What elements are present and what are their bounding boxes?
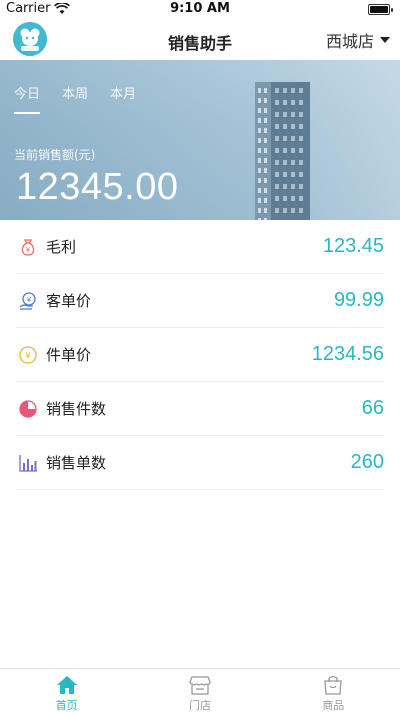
status-time: 9:10 AM: [170, 1, 230, 16]
bar-chart-icon: [18, 453, 38, 473]
metric-value: 66: [361, 397, 384, 419]
battery-fill: [370, 6, 388, 13]
customer-price-icon: ¥: [18, 291, 38, 311]
metrics-list: ¥ 毛利 123.45 ¥ 客单价 99.99 ¥ 件单价 1234.56 销售…: [0, 220, 400, 490]
svg-text:¥: ¥: [25, 351, 31, 361]
metric-value: 1234.56: [311, 343, 384, 365]
metric-value: 123.45: [322, 235, 384, 257]
coin-icon: ¥: [18, 345, 38, 365]
metric-label: 毛利: [46, 238, 77, 256]
metric-row-orders[interactable]: 销售单数 260: [16, 436, 384, 490]
metric-label: 客单价: [46, 292, 92, 310]
skyscraper-image: [255, 82, 310, 220]
metric-row-item-price[interactable]: ¥ 件单价 1234.56: [16, 328, 384, 382]
tab-this-week[interactable]: 本周: [62, 83, 88, 108]
nav-bar: 销售助手 西城店: [0, 20, 400, 60]
chevron-down-icon: [380, 37, 390, 43]
metric-label: 销售单数: [46, 454, 107, 472]
store-icon: [189, 676, 211, 695]
tab-home[interactable]: 首页: [0, 669, 133, 716]
bottom-tab-bar: 首页 门店 商品: [0, 668, 400, 716]
mascot-logo-icon[interactable]: [13, 22, 47, 56]
metric-value: 260: [350, 451, 384, 473]
metric-label: 件单价: [46, 346, 92, 364]
metric-row-gross-profit[interactable]: ¥ 毛利 123.45: [16, 220, 384, 274]
tab-store-label: 门店: [188, 699, 211, 712]
store-name: 西城店: [325, 32, 374, 51]
svg-text:¥: ¥: [26, 246, 31, 254]
tab-today[interactable]: 今日: [14, 83, 41, 114]
svg-text:¥: ¥: [27, 296, 32, 304]
home-icon: [56, 676, 77, 694]
metric-value: 99.99: [333, 289, 384, 311]
period-tabs: 今日 本周 本月: [14, 83, 136, 114]
money-bag-icon: ¥: [18, 237, 38, 257]
tab-store[interactable]: 门店: [133, 669, 266, 716]
battery-icon: [368, 4, 393, 15]
store-selector[interactable]: 西城店: [326, 28, 390, 52]
tab-products-label: 商品: [322, 699, 345, 712]
tab-home-label: 首页: [55, 699, 78, 712]
sales-value: 12345.00: [16, 166, 179, 208]
tab-products[interactable]: 商品: [267, 669, 400, 716]
status-bar: Carrier 9:10 AM: [0, 0, 400, 20]
shopping-bag-icon: [324, 676, 343, 695]
metric-row-customer-price[interactable]: ¥ 客单价 99.99: [16, 274, 384, 328]
metric-label: 销售件数: [46, 400, 107, 418]
tab-this-month[interactable]: 本月: [110, 83, 136, 108]
pie-chart-icon: [18, 399, 38, 419]
sales-hero-banner: 今日 本周 本月 当前销售额(元) 12345.00: [0, 60, 400, 220]
sales-label: 当前销售额(元): [14, 148, 96, 162]
metric-row-items-sold[interactable]: 销售件数 66: [16, 382, 384, 436]
